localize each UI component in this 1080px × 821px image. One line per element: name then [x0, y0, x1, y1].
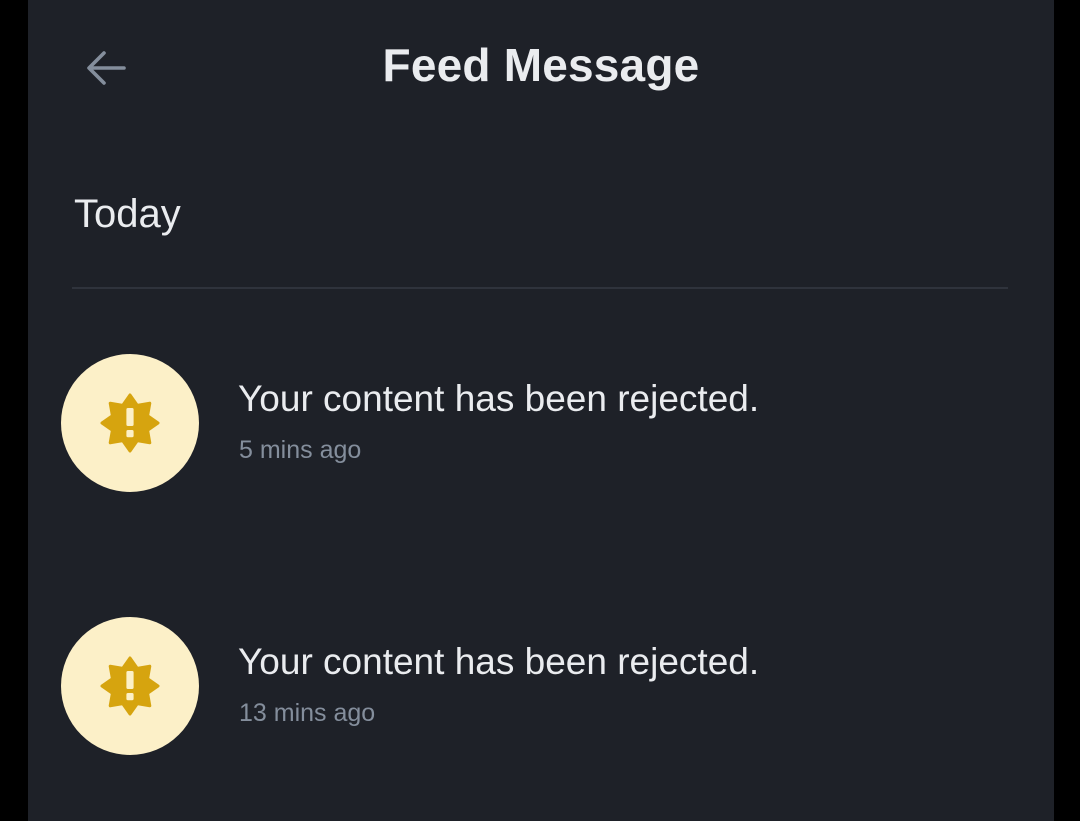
- section-title-today: Today: [74, 192, 181, 236]
- message-item[interactable]: Your content has been rejected. 13 mins …: [28, 607, 1054, 767]
- message-text: Your content has been rejected.: [238, 378, 760, 419]
- header: Feed Message: [28, 0, 1054, 136]
- message-item[interactable]: Your content has been rejected. 5 mins a…: [28, 344, 1054, 504]
- feed-message-screen: Feed Message Today Your content has been…: [28, 0, 1054, 821]
- message-time: 13 mins ago: [239, 699, 376, 727]
- warning-badge-icon: [100, 393, 160, 453]
- warning-badge-icon: [100, 656, 160, 716]
- message-text: Your content has been rejected.: [238, 641, 760, 682]
- page-title: Feed Message: [382, 39, 700, 91]
- message-time: 5 mins ago: [239, 436, 362, 464]
- message-avatar: [61, 354, 199, 492]
- divider: [72, 287, 1008, 289]
- message-avatar: [61, 617, 199, 755]
